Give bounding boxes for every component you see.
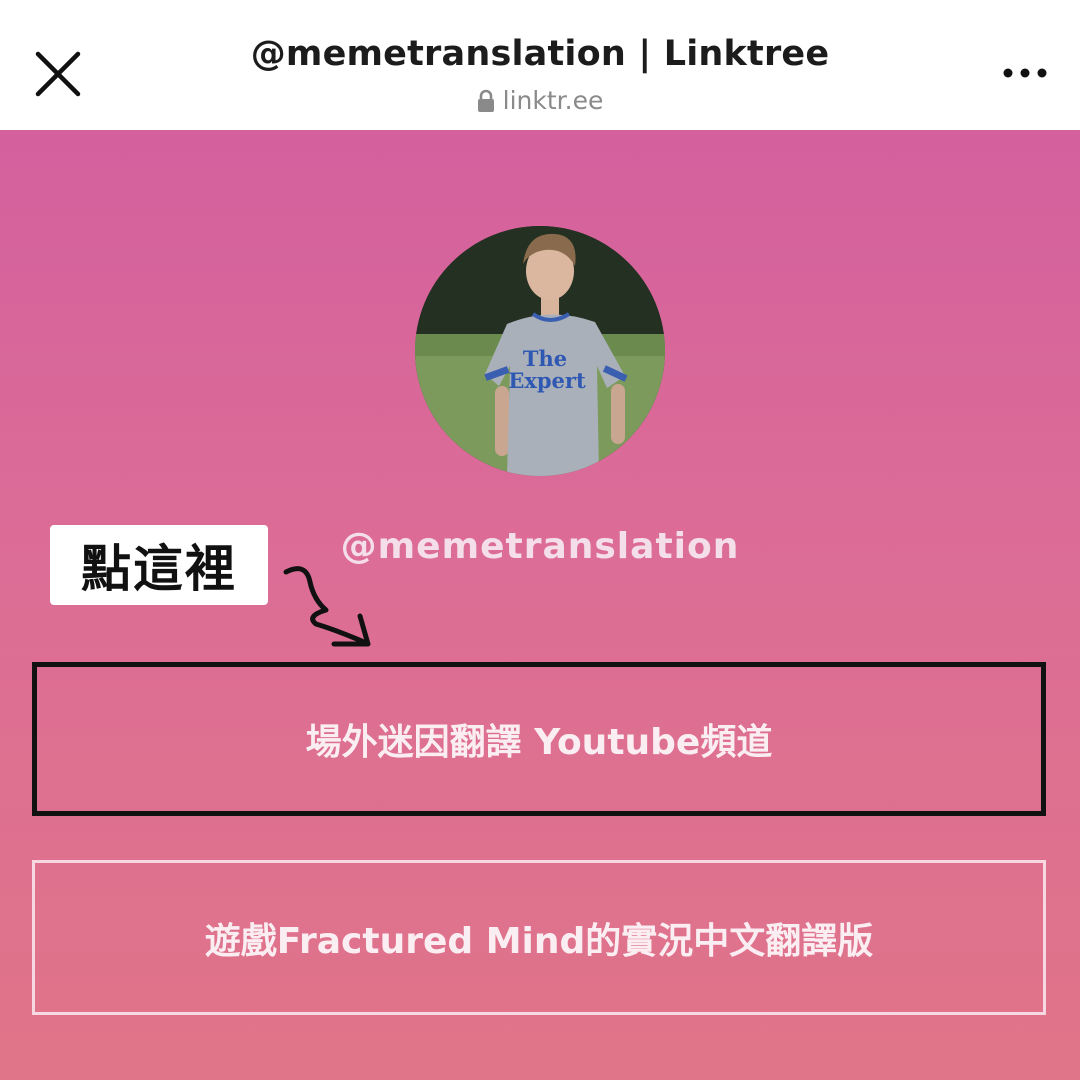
lock-icon bbox=[477, 89, 494, 112]
more-horizontal-icon bbox=[1003, 68, 1047, 78]
page-title: @memetranslation | Linktree bbox=[250, 34, 830, 74]
link-label: 場外迷因翻譯 Youtube頻道 bbox=[305, 722, 773, 763]
more-options-button[interactable] bbox=[990, 50, 1060, 96]
avatar-shirt-text-2: Expert bbox=[508, 368, 586, 393]
avatar-photo: The Expert bbox=[415, 226, 665, 476]
link-button-youtube[interactable]: 場外迷因翻譯 Youtube頻道 bbox=[32, 662, 1046, 816]
hand-drawn-arrow-icon bbox=[283, 566, 371, 647]
link-button-fractured-mind[interactable]: 遊戲Fractured Mind的實況中文翻譯版 bbox=[32, 860, 1046, 1015]
link-label: 遊戲Fractured Mind的實況中文翻譯版 bbox=[204, 920, 874, 962]
url-text: linktr.ee bbox=[502, 86, 604, 115]
click-here-sticker: 點這裡 bbox=[50, 525, 268, 605]
browser-header: @memetranslation | Linktree linktr.ee bbox=[0, 0, 1080, 130]
close-button[interactable] bbox=[22, 38, 94, 110]
close-icon bbox=[35, 51, 81, 97]
linktree-page: @memetranslation | Linktree linktr.ee Th… bbox=[0, 0, 1080, 1080]
url-bar[interactable]: linktr.ee bbox=[340, 86, 740, 115]
linktree-content: The Expert @memetranslation 點這裡 場外迷因翻譯 Y… bbox=[0, 130, 1080, 1080]
profile-avatar[interactable]: The Expert bbox=[415, 226, 665, 476]
